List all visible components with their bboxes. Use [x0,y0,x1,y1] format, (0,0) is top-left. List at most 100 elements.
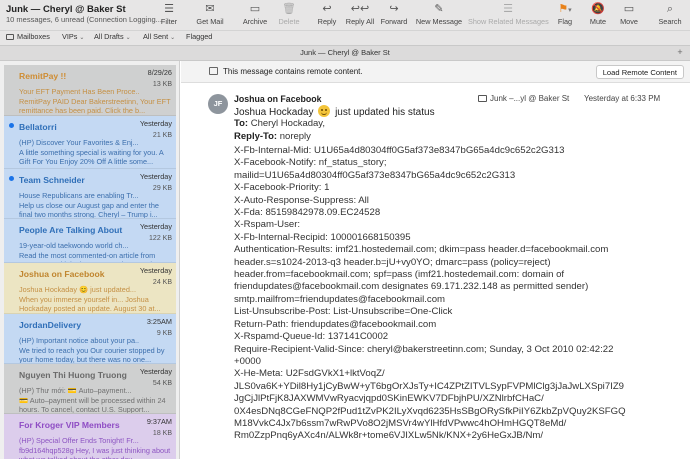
sender: JordanDelivery [19,320,82,330]
load-remote-content-button[interactable]: Load Remote Content [595,65,684,79]
toolbar: Junk — Cheryl @ Baker St 10 messages, 6 … [0,0,690,30]
flag-button[interactable]: ⚑▾ Flag [554,2,576,29]
body-line: X-Fda: 85159842978.09.EC24528 [234,207,381,219]
email-subject: Joshua Hockaday just updated his status [234,105,435,118]
body-line: X-Fb-Internal-Recipid: 100001668150395 [234,231,411,243]
size: 18 KB [152,430,172,437]
subject: (HP) Important notice about your pa... [19,336,139,345]
date: Yesterday [139,172,172,181]
preview: When you immerse yourself in... Joshua H… [19,295,161,313]
body-line: List-Unsubscribe-Post: List-Unsubscribe=… [234,306,453,318]
all-drafts-favorite[interactable]: All Drafts ⌄ [94,32,131,41]
remote-content-banner: This message contains remote content. Lo… [181,61,690,83]
body-line: M18VvkC4Jx7b6ssm7wRwPVo8O2jMSVr4wYlHfdVP… [234,417,567,429]
body-line: X-He-Meta: U2FsdGVkX1+lktVoqZ/ [234,368,385,380]
window-subtitle: 10 messages, 6 unread (Connection Loggin… [6,15,162,24]
search-button[interactable]: ⌕ Search [657,2,683,29]
flag-icon: ⚑▾ [558,2,572,15]
subject: 19-year-old taekwondo world ch... [19,241,129,250]
body-line: friendupdates@facebookmail.com designate… [234,281,589,293]
body-line: X-Facebook-Notify: nf_status_story; [234,157,387,169]
body-line: X-Facebook-Priority: 1 [234,182,330,194]
body-line: Authentication-Results: imf21.hostedemai… [234,244,609,256]
sidebar-icon [6,34,14,40]
sender: Bellatorri [19,122,57,132]
sender: People Are Talking About [19,225,123,235]
body-line: JgCjJlPtFjK8JAXWMVwRyacvjqpd0SKinEWKV7DF… [234,393,544,405]
from-sender[interactable]: Joshua on Facebook [234,94,322,104]
body-line: Return-Path: friendupdates@facebookmail.… [234,318,437,330]
reply-button[interactable]: ↩ Reply [315,2,339,29]
plus-icon: + [677,47,683,57]
mute-button[interactable]: 🔕 Mute [588,2,608,29]
list-item[interactable]: Joshua on Facebook Yesterday Joshua Hock… [4,263,176,314]
reply-to-line: Reply-To: noreply [234,131,311,142]
subject: (HP) Discover Your Favorites & Enj... [19,138,139,147]
subject: (HP) Thư mới: 💳 Auto–payment... [19,386,132,395]
date: Yesterday [139,119,172,128]
size: 24 KB [152,279,172,286]
move-button[interactable]: ▭ Move [618,2,640,29]
list-item[interactable]: Bellatorri Yesterday (HP) Discover Your … [4,116,176,169]
vips-favorite[interactable]: VIPs ⌄ [62,32,84,41]
size: 13 KB [152,81,172,88]
folder-icon [478,95,487,102]
message-list[interactable]: RemitPay !! 8/29/26 Your EFT Payment Has… [0,61,180,459]
unread-dot [9,123,14,128]
preview: Help us close our August gap and enter t… [19,201,159,219]
body-line: JLS0va6K+YDil8Hy1jCyBwW+yT6bgOrXJsTy+IC4… [234,380,625,392]
archive-button[interactable]: ▭ Archive [240,2,270,29]
preview: We tried to reach you Our courier stoppe… [19,346,165,364]
date: Yesterday [139,222,172,231]
chevron-down-icon: ⌄ [170,35,176,41]
new-message-button[interactable]: ✎ New Message [415,2,463,29]
date: 8/29/26 [147,68,172,77]
reply-all-icon: ↩↩ [350,2,370,15]
sender: RemitPay !! [19,71,67,81]
body-line: X-Rspam-User: [234,219,301,231]
size: 29 KB [152,185,172,192]
new-tab-button[interactable]: + [674,47,686,58]
get-mail-button[interactable]: ✉ Get Mail [193,2,227,29]
subject: House Republicans are enabling Tr... [19,191,139,200]
size: 9 KB [156,330,172,337]
list-item[interactable]: Nguyen Thi Huong Truong Yesterday (HP) T… [4,364,176,414]
tab-junk[interactable]: Junk — Cheryl @ Baker St [0,48,690,57]
subject: (HP) Special Offer Ends Tonight! Fr... [19,436,139,445]
mailbox-label: Junk –...yl @ Baker St [478,94,569,103]
reply-all-button[interactable]: ↩↩ Reply All [344,2,376,29]
reply-to-value[interactable]: noreply [280,131,311,142]
show-related-button[interactable]: ☰ Show Related Messages [468,2,549,29]
size: 54 KB [152,380,172,387]
to-recipient[interactable]: Cheryl Hockaday, [251,118,325,129]
image-icon [209,67,218,75]
unread-dot [9,176,14,181]
all-sent-favorite[interactable]: All Sent ⌄ [143,32,175,41]
list-item[interactable]: RemitPay !! 8/29/26 Your EFT Payment Has… [4,65,176,116]
delete-button[interactable]: 🗑 Delete [276,2,302,29]
body-line: X-Rspamd-Queue-Id: 137141C0002 [234,331,389,343]
forward-button[interactable]: ↪ Forward [380,2,408,29]
sender: Joshua on Facebook [19,269,105,279]
related-icon: ☰ [503,2,513,15]
filter-button[interactable]: ☰ Filter [158,2,180,29]
sender: For Kroger VIP Members [19,420,120,430]
body-line: X-Auto-Response-Suppress: All [234,194,369,206]
preview: RemitPay PAID Dear Bakerstreetinn, Your … [19,97,171,115]
sender: Nguyen Thi Huong Truong [19,370,127,380]
smile-emoji-icon [318,105,331,117]
chevron-down-icon: ⌄ [125,35,131,41]
sender: Team Schneider [19,175,85,185]
body-line: Rm0ZzpPnq6yAXc4n/ALWk8r+tome6VJIXLw5Nk/K… [234,430,544,442]
to-line: To: Cheryl Hockaday, [234,118,325,129]
mailboxes-button[interactable]: Mailboxes [6,32,50,41]
flagged-favorite[interactable]: Flagged [186,32,212,41]
body-line: Require-Recipient-Valid-Since: cheryl@ba… [234,343,614,355]
list-item[interactable]: For Kroger VIP Members 9:37AM (HP) Speci… [4,414,176,459]
list-item[interactable]: People Are Talking About Yesterday 19-ye… [4,219,176,263]
list-item[interactable]: Team Schneider Yesterday House Republica… [4,169,176,219]
preview: Read the most commented-on article from … [19,251,162,262]
date: 3:25AM [146,317,172,326]
compose-icon: ✎ [434,2,444,15]
list-item[interactable]: JordanDelivery 3:25AM (HP) Important not… [4,314,176,364]
